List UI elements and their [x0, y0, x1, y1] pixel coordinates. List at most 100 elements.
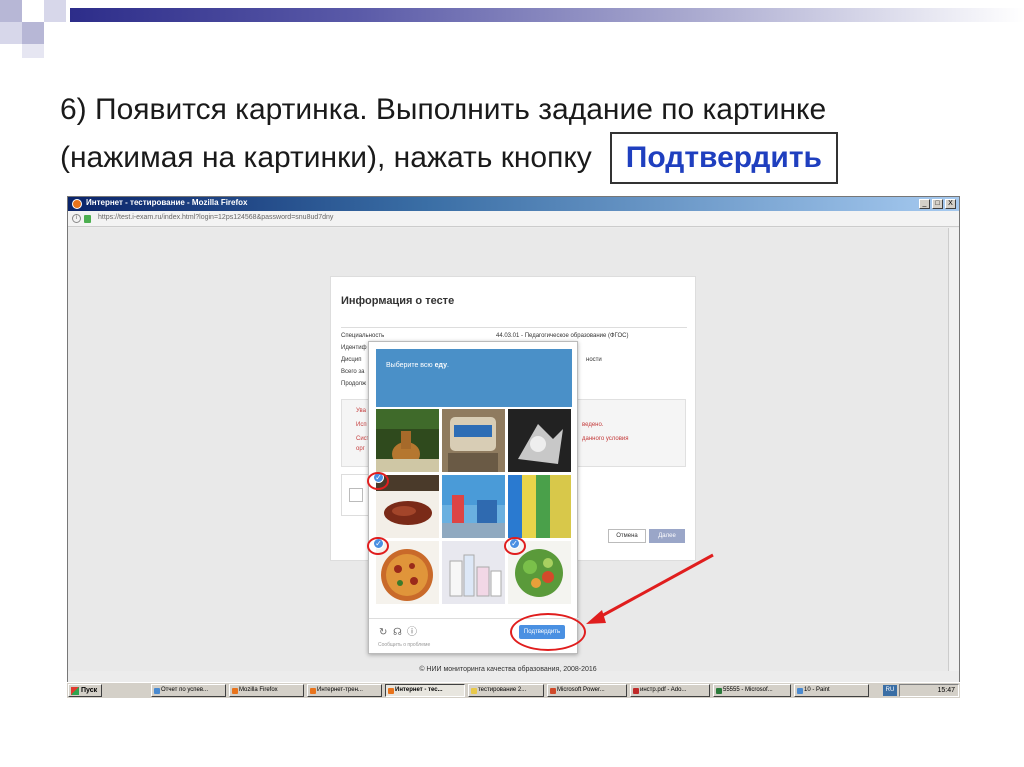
- tile-jars[interactable]: [442, 409, 505, 472]
- fabric-image: [508, 475, 571, 538]
- firefox-icon: [310, 688, 316, 694]
- captcha-prompt-keyword: еду: [434, 362, 447, 369]
- taskbar-item-label: инстр.pdf - Ado...: [640, 687, 687, 693]
- report-problem-link[interactable]: Сообщить о проблеме: [378, 642, 430, 648]
- captcha-header: Выберите всю еду.: [376, 349, 572, 407]
- vertical-scrollbar[interactable]: [948, 228, 959, 671]
- warning-text: ведено.: [582, 422, 604, 428]
- title-line-1: 6) Появится картинка. Выполнить задание …: [60, 93, 827, 126]
- tile-statue[interactable]: [376, 409, 439, 472]
- taskbar-item-label: 55555 - Microsof...: [723, 687, 773, 693]
- maximize-button[interactable]: □: [932, 199, 943, 209]
- annotation-circle: [510, 613, 586, 651]
- taskbar-item-label: Отчет по успев...: [161, 687, 209, 693]
- slide-decoration: [0, 0, 1024, 60]
- taskbar-item[interactable]: 55555 - Microsof...: [713, 684, 791, 697]
- taskbar-item[interactable]: Отчет по успев...: [151, 684, 226, 697]
- taskbar-item[interactable]: 10 - Paint: [794, 684, 869, 697]
- warning-text: данного условия: [582, 436, 629, 442]
- info-row-value: 44.03.01 - Педагогическое образование (Ф…: [496, 333, 629, 339]
- captcha-prompt-text: Выберите всю: [386, 362, 435, 369]
- info-row-label: Специальность: [341, 333, 385, 339]
- tile-bottles[interactable]: [442, 541, 505, 604]
- deco-square: [22, 22, 44, 44]
- sculpture-image: [508, 409, 571, 472]
- tile-street[interactable]: [442, 475, 505, 538]
- window-title: Интернет - тестирование - Mozilla Firefo…: [86, 198, 248, 207]
- deco-square: [0, 22, 22, 44]
- page-footer: © НИИ мониторинга качества образования, …: [419, 666, 597, 673]
- taskbar-item[interactable]: инстр.pdf - Ado...: [630, 684, 710, 697]
- refresh-icon[interactable]: ↻: [379, 628, 387, 638]
- tile-sculpture[interactable]: [508, 409, 571, 472]
- browser-screenshot: Интернет - тестирование - Mozilla Firefo…: [67, 196, 960, 698]
- paint-icon: [797, 688, 803, 694]
- bottles-image: [442, 541, 505, 604]
- annotation-circle: [504, 537, 526, 555]
- info-row-value: ности: [586, 357, 602, 363]
- address-bar[interactable]: i https://test.i-exam.ru/index.html?logi…: [68, 211, 959, 227]
- taskbar-item-label: Microsoft Power...: [557, 687, 605, 693]
- windows-logo-icon: [71, 687, 79, 695]
- firefox-icon: [388, 688, 394, 694]
- firefox-icon: [72, 199, 82, 209]
- info-row-label: Всего за: [341, 369, 365, 375]
- language-indicator[interactable]: RU: [883, 685, 897, 696]
- info-row-label: Идентиф: [341, 345, 367, 351]
- deco-square: [44, 0, 66, 22]
- taskbar-item-label: Интернет-трен...: [317, 687, 363, 693]
- taskbar-item[interactable]: Mozilla Firefox: [229, 684, 304, 697]
- slide-title: 6) Появится картинка. Выполнить задание …: [60, 88, 960, 184]
- start-label: Пуск: [81, 687, 98, 694]
- agreement-checkbox[interactable]: [349, 488, 363, 502]
- info-row-label: Продолж: [341, 381, 367, 387]
- start-button[interactable]: Пуск: [68, 684, 102, 697]
- folder-icon: [471, 688, 477, 694]
- annotation-circle: [367, 537, 389, 555]
- taskbar-item-label: 10 - Paint: [804, 687, 830, 693]
- url-text[interactable]: https://test.i-exam.ru/index.html?login=…: [98, 214, 333, 221]
- captcha-prompt-end: .: [446, 362, 449, 369]
- taskbar-item[interactable]: тестирование 2...: [468, 684, 544, 697]
- window-titlebar: Интернет - тестирование - Mozilla Firefo…: [68, 197, 959, 211]
- jars-image: [442, 409, 505, 472]
- page-content: Информация о тесте Специальность 44.03.0…: [68, 228, 948, 673]
- taskbar-item[interactable]: Microsoft Power...: [547, 684, 627, 697]
- info-circle-icon[interactable]: ⓘ: [407, 628, 417, 638]
- clock: 15:47: [937, 687, 955, 694]
- cancel-button[interactable]: Отмена: [608, 529, 646, 543]
- windows-taskbar: Пуск Отчет по успев... Mozilla Firefox И…: [67, 682, 960, 698]
- taskbar-item-label: Mozilla Firefox: [239, 687, 278, 693]
- captcha-prompt: Выберите всю еду.: [386, 362, 449, 369]
- minimize-button[interactable]: _: [919, 199, 930, 209]
- deco-gradient-bar: [70, 8, 1024, 22]
- taskbar-item-label: тестирование 2...: [478, 687, 527, 693]
- highlighted-confirm-label: Подтвердить: [609, 132, 838, 184]
- next-button[interactable]: Далее: [649, 529, 685, 543]
- headphones-icon[interactable]: ☊: [393, 628, 402, 638]
- taskbar-item[interactable]: Интернет-трен...: [307, 684, 382, 697]
- deco-square: [22, 44, 44, 58]
- statue-image: [376, 409, 439, 472]
- captcha-dialog: Выберите всю еду. ✓ ✓ ✓ ↻ ☊ ⓘ Сообщить о…: [368, 341, 579, 654]
- deco-square: [0, 0, 22, 22]
- close-button[interactable]: X: [945, 199, 956, 209]
- firefox-icon: [232, 688, 238, 694]
- annotation-arrow: [586, 553, 714, 624]
- street-image: [442, 475, 505, 538]
- taskbar-item-label: Интернет - тес...: [395, 687, 443, 693]
- divider: [341, 327, 687, 328]
- info-row-label: Дисцип: [341, 357, 362, 363]
- info-panel-title: Информация о тесте: [341, 295, 455, 307]
- taskbar-item-active[interactable]: Интернет - тес...: [385, 684, 465, 697]
- warning-text: Ува: [356, 408, 366, 414]
- warning-text: орг: [356, 446, 365, 452]
- info-icon[interactable]: i: [72, 214, 81, 223]
- title-line-2: (нажимая на картинки), нажать кнопку: [60, 141, 592, 174]
- powerpoint-icon: [550, 688, 556, 694]
- tile-fabric[interactable]: [508, 475, 571, 538]
- app-icon: [154, 688, 160, 694]
- warning-text: Исп: [356, 422, 367, 428]
- system-tray: 15:47: [899, 684, 959, 697]
- lock-icon: [84, 215, 91, 223]
